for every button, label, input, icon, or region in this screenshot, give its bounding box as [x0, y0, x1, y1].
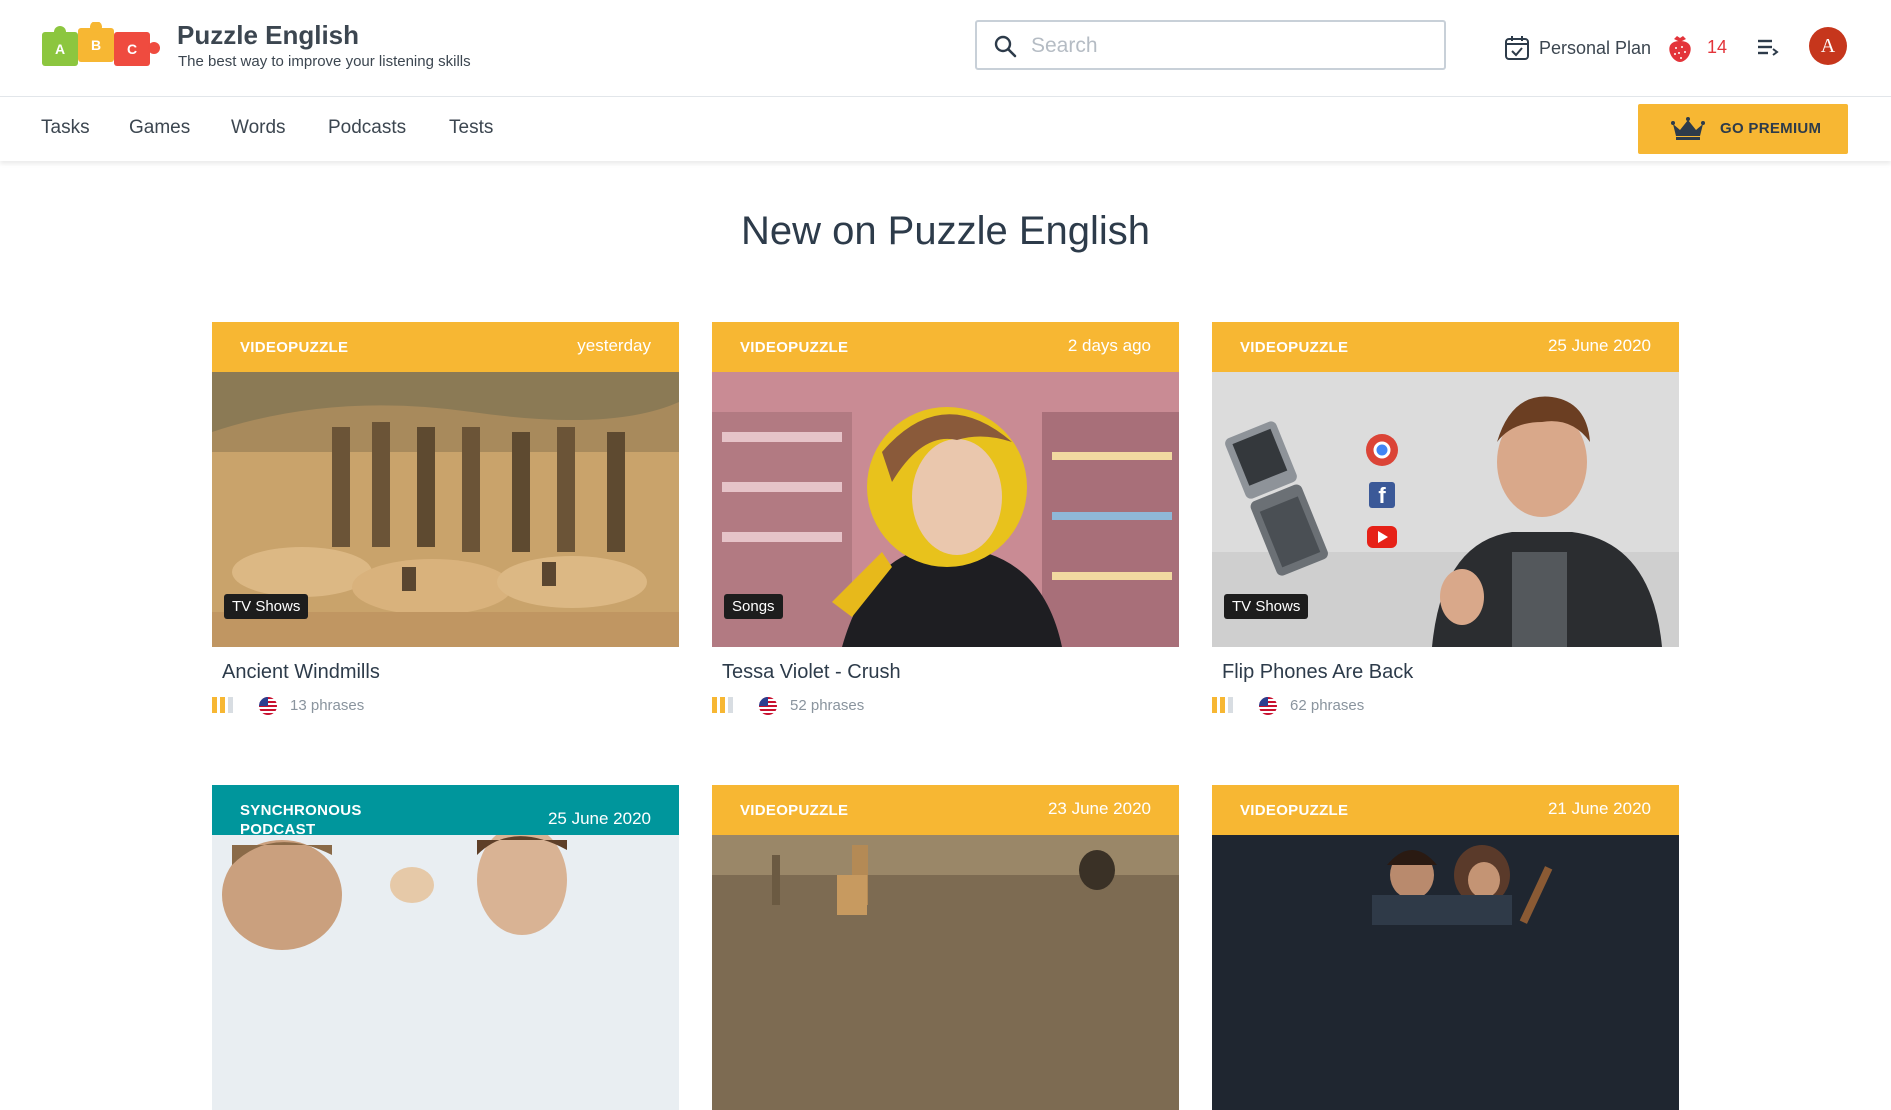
- go-premium-button[interactable]: GO PREMIUM: [1638, 104, 1848, 154]
- card-type: VIDEOPUZZLE: [740, 339, 849, 356]
- video-card[interactable]: VIDEOPUZZLE 25 June 2020 f TV Shows Flip…: [1212, 322, 1679, 715]
- card-date: 25 June 2020: [1547, 336, 1651, 355]
- difficulty-level-icon: [1212, 697, 1233, 713]
- us-flag-icon: [1259, 697, 1277, 715]
- card-type: SYNCHRONOUS PODCAST: [240, 802, 362, 838]
- card-meta: 13 phrases: [212, 696, 679, 715]
- card-thumbnail[interactable]: Songs: [712, 372, 1179, 647]
- search-icon: [994, 35, 1017, 58]
- card-title[interactable]: Flip Phones Are Back: [1222, 661, 1679, 684]
- us-flag-icon: [759, 697, 777, 715]
- nav-words[interactable]: Words: [231, 117, 286, 139]
- card-thumbnail[interactable]: [1212, 835, 1679, 1110]
- logo-letter-c: C: [127, 41, 137, 57]
- card-thumbnail[interactable]: [712, 835, 1179, 1110]
- difficulty-level-icon: [712, 697, 733, 713]
- user-avatar[interactable]: A: [1809, 27, 1847, 65]
- section-title: New on Puzzle English: [740, 209, 1151, 253]
- difficulty-level-icon: [212, 697, 233, 713]
- svg-text:f: f: [1378, 483, 1386, 508]
- card-date: yesterday: [577, 336, 651, 355]
- card-thumbnail[interactable]: [212, 835, 679, 1110]
- card-thumbnail[interactable]: TV Shows: [212, 372, 679, 647]
- strawberry-icon[interactable]: [1666, 33, 1694, 63]
- video-card[interactable]: VIDEOPUZZLE 21 June 2020: [1212, 785, 1679, 1110]
- logo-letter-a: A: [55, 41, 65, 57]
- brand-subtitle: The best way to improve your listening s…: [178, 53, 471, 70]
- concert-band-image: [1212, 835, 1679, 1110]
- category-tag: Songs: [724, 594, 783, 619]
- card-meta: 52 phrases: [712, 696, 1179, 715]
- people-talking-image: [212, 835, 679, 1110]
- personal-plan-label: Personal Plan: [1539, 37, 1652, 58]
- card-date: 2 days ago: [1067, 336, 1151, 355]
- wildlife-image: [712, 835, 1179, 1110]
- card-header: VIDEOPUZZLE 25 June 2020: [1212, 322, 1679, 372]
- category-tag: TV Shows: [224, 594, 309, 619]
- nav-games[interactable]: Games: [129, 117, 190, 139]
- video-card[interactable]: VIDEOPUZZLE 23 June 2020: [712, 785, 1179, 1110]
- card-header: VIDEOPUZZLE 23 June 2020: [712, 785, 1179, 835]
- card-date: 21 June 2020: [1547, 799, 1651, 818]
- go-premium-label: GO PREMIUM: [1720, 120, 1822, 137]
- card-date: 23 June 2020: [1047, 799, 1151, 818]
- card-header: VIDEOPUZZLE yesterday: [212, 322, 679, 372]
- header: A B C Puzzle English The best way to imp…: [0, 0, 1891, 97]
- nav-tasks[interactable]: Tasks: [41, 117, 90, 139]
- card-date: 25 June 2020: [547, 809, 651, 828]
- card-thumbnail[interactable]: f TV Shows: [1212, 372, 1679, 647]
- phrase-count: 52 phrases: [790, 697, 865, 714]
- logo-letter-b: B: [91, 37, 101, 53]
- playlist-icon[interactable]: [1756, 36, 1780, 58]
- crown-icon: [1671, 117, 1705, 140]
- nav-tests[interactable]: Tests: [449, 117, 493, 139]
- card-type: VIDEOPUZZLE: [240, 339, 349, 356]
- search-input[interactable]: [1029, 30, 1433, 62]
- nav-podcasts[interactable]: Podcasts: [328, 117, 406, 139]
- calendar-check-icon: [1505, 36, 1529, 60]
- card-title[interactable]: Tessa Violet - Crush: [722, 661, 1179, 684]
- phrase-count: 62 phrases: [1290, 697, 1365, 714]
- personal-plan-link[interactable]: Personal Plan: [1503, 34, 1651, 62]
- berry-count: 14: [1707, 37, 1728, 57]
- brand-title[interactable]: Puzzle English: [177, 20, 359, 51]
- us-flag-icon: [259, 697, 277, 715]
- card-header: VIDEOPUZZLE 21 June 2020: [1212, 785, 1679, 835]
- main-nav: Tasks Games Words Podcasts Tests: [0, 97, 1891, 161]
- video-card[interactable]: VIDEOPUZZLE yesterday TV Shows Ancient W…: [212, 322, 679, 715]
- card-header: VIDEOPUZZLE 2 days ago: [712, 322, 1179, 372]
- video-card[interactable]: VIDEOPUZZLE 2 days ago Songs Tessa Viole…: [712, 322, 1179, 715]
- phrase-count: 13 phrases: [290, 697, 365, 714]
- card-type: VIDEOPUZZLE: [740, 802, 849, 819]
- puzzle-logo-icon[interactable]: A B C: [40, 22, 162, 72]
- card-header: SYNCHRONOUS PODCAST 25 June 2020: [212, 785, 679, 838]
- card-title[interactable]: Ancient Windmills: [222, 661, 679, 684]
- podcast-card[interactable]: SYNCHRONOUS PODCAST 25 June 2020: [212, 785, 679, 1110]
- category-tag: TV Shows: [1224, 594, 1309, 619]
- card-type: VIDEOPUZZLE: [1240, 339, 1349, 356]
- search-box[interactable]: [975, 20, 1446, 70]
- card-meta: 62 phrases: [1212, 696, 1679, 715]
- card-type: VIDEOPUZZLE: [1240, 802, 1349, 819]
